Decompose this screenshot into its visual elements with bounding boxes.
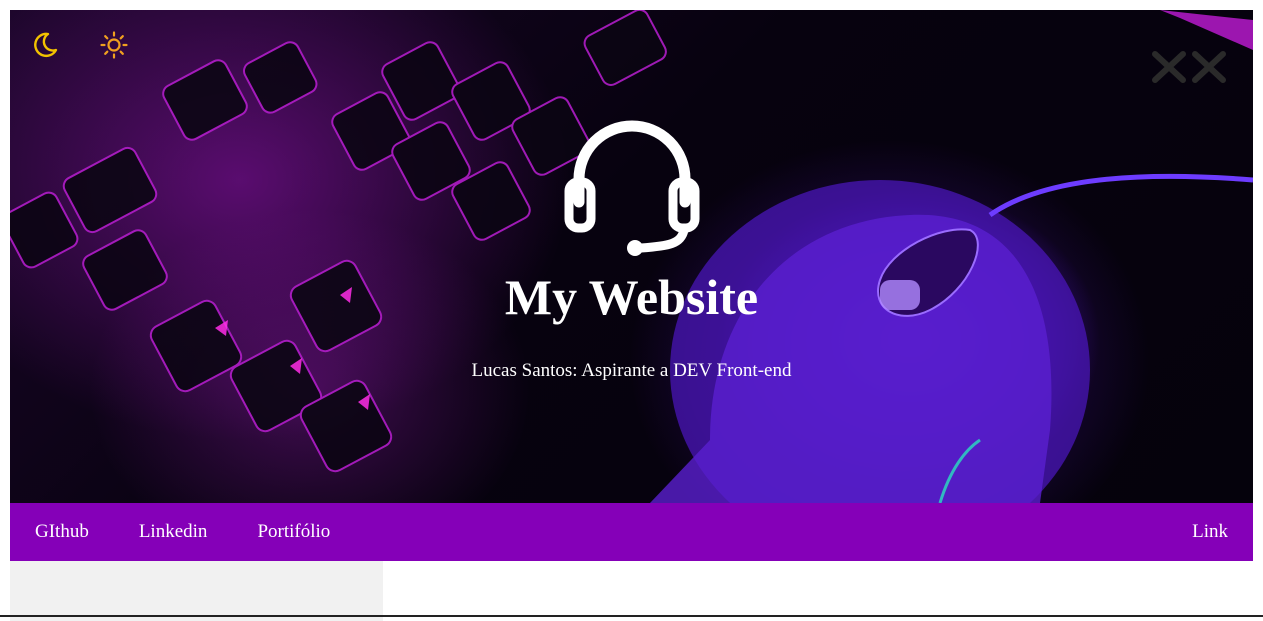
- nav-link-github[interactable]: GIthub: [10, 503, 114, 561]
- sun-icon[interactable]: [100, 31, 128, 59]
- page-title: My Website: [504, 269, 759, 325]
- nav-link-right[interactable]: Link: [1167, 503, 1253, 561]
- sidebar: [10, 561, 383, 621]
- headset-icon: [559, 114, 705, 256]
- moon-icon[interactable]: [31, 31, 59, 59]
- top-navbar: GIthub Linkedin Portifólio Link: [10, 503, 1253, 561]
- hero-banner: My Website Lucas Santos: Aspirante a DEV…: [10, 10, 1253, 503]
- close-icon[interactable]: [1151, 50, 1227, 84]
- main-content: [10, 561, 1253, 621]
- page: My Website Lucas Santos: Aspirante a DEV…: [10, 10, 1253, 621]
- page-subtitle: Lucas Santos: Aspirante a DEV Front-end: [471, 360, 792, 381]
- nav-link-portfolio[interactable]: Portifólio: [232, 503, 355, 561]
- nav-link-linkedin[interactable]: Linkedin: [114, 503, 233, 561]
- keyboard-mouse-background: [10, 10, 1253, 503]
